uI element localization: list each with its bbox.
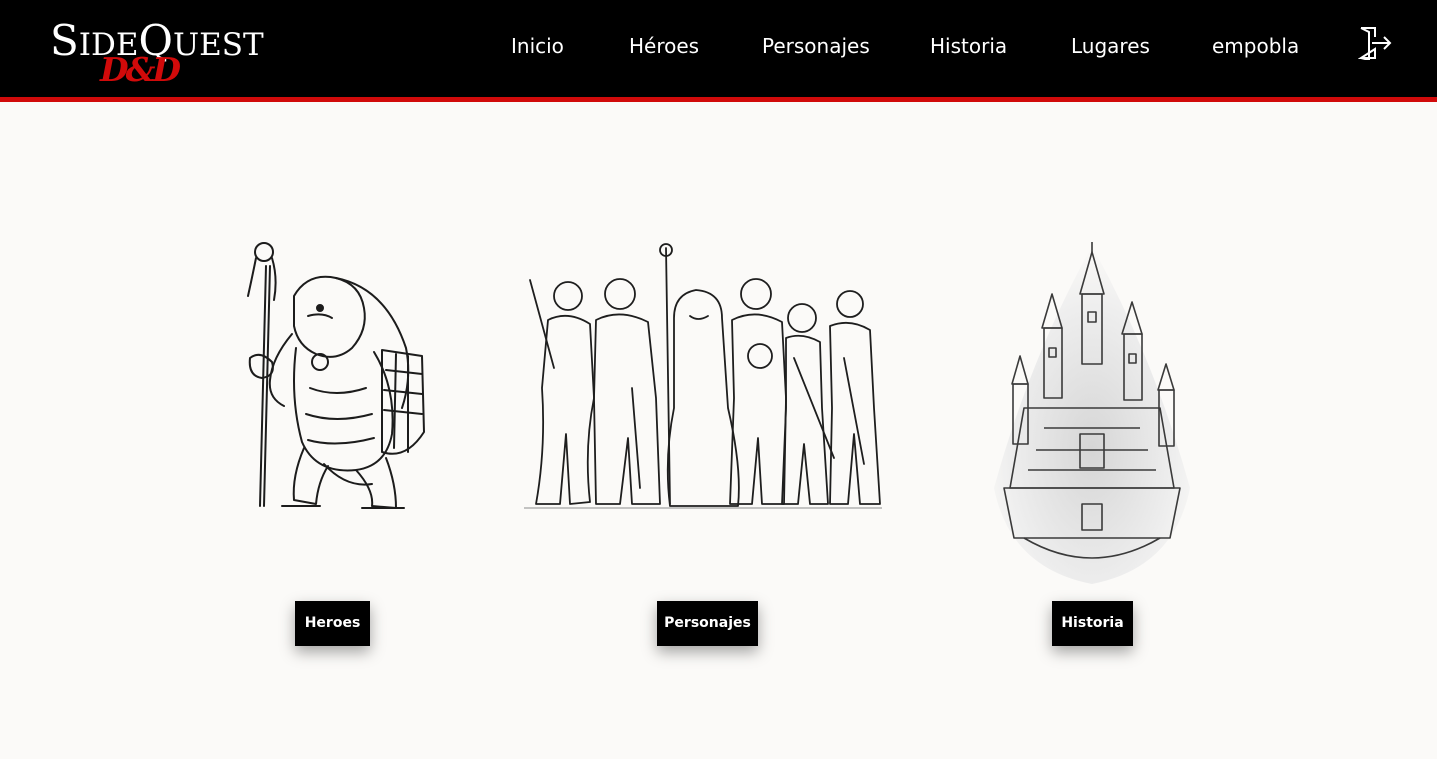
navbar: SIDEQUEST D&D Inicio Héroes Personajes H… — [0, 0, 1437, 97]
nav-link-inicio[interactable]: Inicio — [511, 33, 564, 59]
nav-link-historia[interactable]: Historia — [930, 33, 1007, 59]
sidequest-logo[interactable]: SIDEQUEST D&D — [50, 20, 264, 90]
logout-icon[interactable] — [1357, 26, 1394, 62]
nav-accent-line — [0, 97, 1437, 102]
nav-link-personajes[interactable]: Personajes — [762, 33, 870, 59]
castle-sketch-image[interactable] — [984, 238, 1200, 588]
historia-button[interactable]: Historia — [1052, 601, 1133, 646]
party-sketch-image[interactable] — [523, 238, 883, 516]
nav-link-heroes[interactable]: Héroes — [629, 33, 699, 59]
lizardfolk-sketch-image[interactable] — [236, 238, 432, 516]
nav-link-lugares[interactable]: Lugares — [1071, 33, 1150, 59]
heroes-button[interactable]: Heroes — [295, 601, 370, 646]
personajes-button[interactable]: Personajes — [657, 601, 758, 646]
dnd-emblem: D&D — [100, 50, 181, 89]
nav-link-user-empobla[interactable]: empobla — [1212, 33, 1299, 59]
